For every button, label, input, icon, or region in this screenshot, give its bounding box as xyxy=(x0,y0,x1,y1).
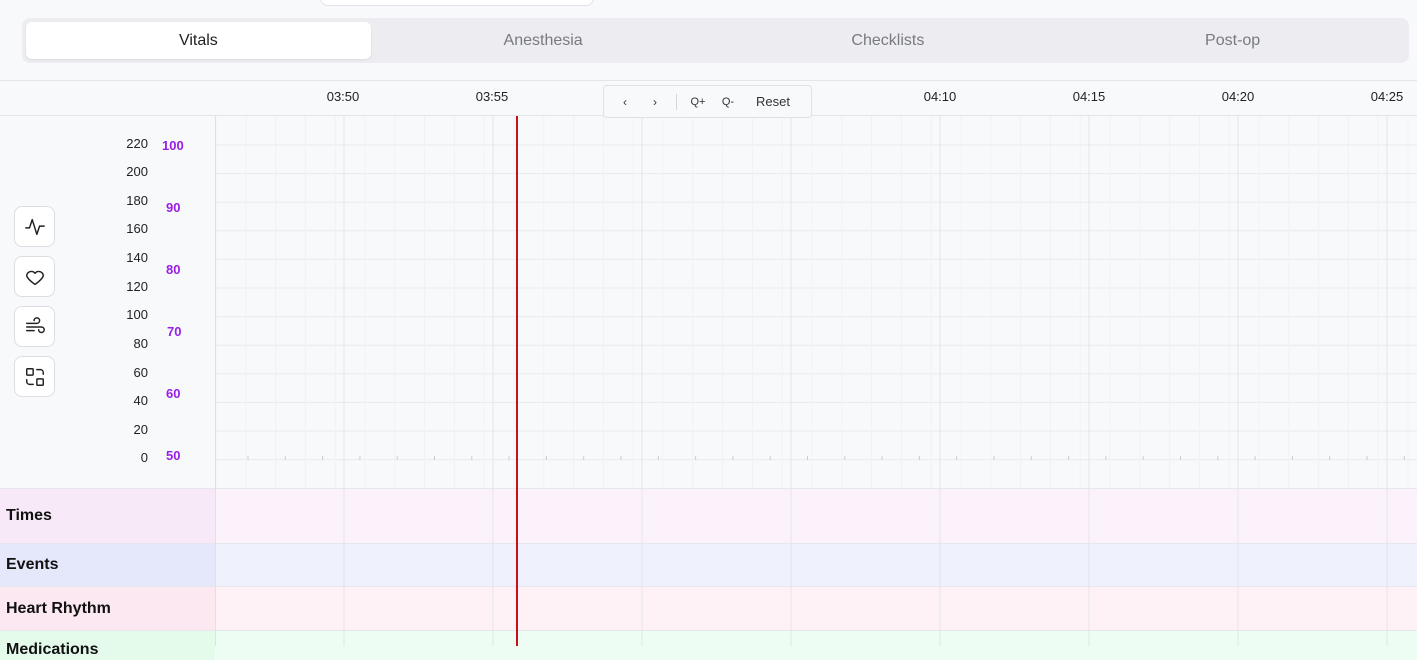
wind-icon-button[interactable] xyxy=(14,306,55,347)
zoom-in-button[interactable]: Q+ xyxy=(683,86,713,117)
row-label-times: Times xyxy=(0,488,215,543)
tab-post-op[interactable]: Post-op xyxy=(1060,22,1405,59)
zoom-out-button[interactable]: Q- xyxy=(713,86,743,117)
vitals-chart-area[interactable] xyxy=(215,116,1417,646)
wind-icon xyxy=(25,316,45,333)
vitals-axis-panel: 220 200 180 160 140 120 100 80 60 40 20 … xyxy=(0,116,215,489)
axis-tick-right: 90 xyxy=(166,200,181,215)
axis-tick-right: 50 xyxy=(166,448,181,463)
swap-icon-button[interactable] xyxy=(14,356,55,397)
row-label-text: Heart Rhythm xyxy=(6,599,111,617)
axis-tick-left: 220 xyxy=(126,136,148,151)
activity-icon-button[interactable] xyxy=(14,206,55,247)
axis-tick-right: 100 xyxy=(162,138,184,153)
axis-tick-right: 80 xyxy=(166,262,181,277)
time-label: 04:10 xyxy=(923,89,957,104)
next-button[interactable]: › xyxy=(640,86,670,117)
section-tabs: Vitals Anesthesia Checklists Post-op xyxy=(22,18,1409,63)
time-label: 04:20 xyxy=(1221,89,1255,104)
heart-icon-button[interactable] xyxy=(14,256,55,297)
divider xyxy=(676,93,677,110)
axis-tick-left: 180 xyxy=(126,193,148,208)
axis-tick-left: 0 xyxy=(140,450,148,465)
axis-tick-left: 40 xyxy=(133,393,148,408)
time-label: 03:50 xyxy=(326,89,360,104)
row-label-text: Events xyxy=(6,556,59,573)
row-label-text: Medications xyxy=(6,641,99,658)
activity-icon xyxy=(24,218,45,235)
axis-tick-left: 140 xyxy=(126,250,148,265)
tab-anesthesia[interactable]: Anesthesia xyxy=(371,22,716,59)
top-search-field[interactable] xyxy=(320,0,594,6)
prev-button[interactable]: ‹ xyxy=(610,86,640,117)
axis-tick-left: 80 xyxy=(133,336,148,351)
chart-grid xyxy=(216,116,1417,646)
tab-vitals[interactable]: Vitals xyxy=(26,22,371,59)
heart-icon xyxy=(25,270,44,285)
axis-tick-right: 60 xyxy=(166,386,181,401)
axis-tick-left: 100 xyxy=(126,307,148,322)
axis-tick-right: 70 xyxy=(167,324,182,339)
axis-tick-left: 120 xyxy=(126,279,148,294)
swap-icon xyxy=(25,367,44,386)
reset-button[interactable]: Reset xyxy=(743,86,803,117)
tab-checklists[interactable]: Checklists xyxy=(716,22,1061,59)
time-label: 04:15 xyxy=(1072,89,1106,104)
axis-tick-left: 160 xyxy=(126,221,148,236)
row-label-medications: Medications xyxy=(0,630,215,660)
row-label-events: Events xyxy=(0,543,215,586)
row-label-heart-rhythm: Heart Rhythm xyxy=(0,586,215,630)
row-label-text: Times xyxy=(6,507,52,524)
axis-tick-left: 60 xyxy=(133,365,148,380)
time-label: 04:25 xyxy=(1370,89,1404,104)
time-label: 03:55 xyxy=(475,89,509,104)
axis-tick-left: 20 xyxy=(133,422,148,437)
axis-tick-left: 200 xyxy=(126,164,148,179)
timeline-controls: ‹ › Q+ Q- Reset xyxy=(603,85,812,118)
